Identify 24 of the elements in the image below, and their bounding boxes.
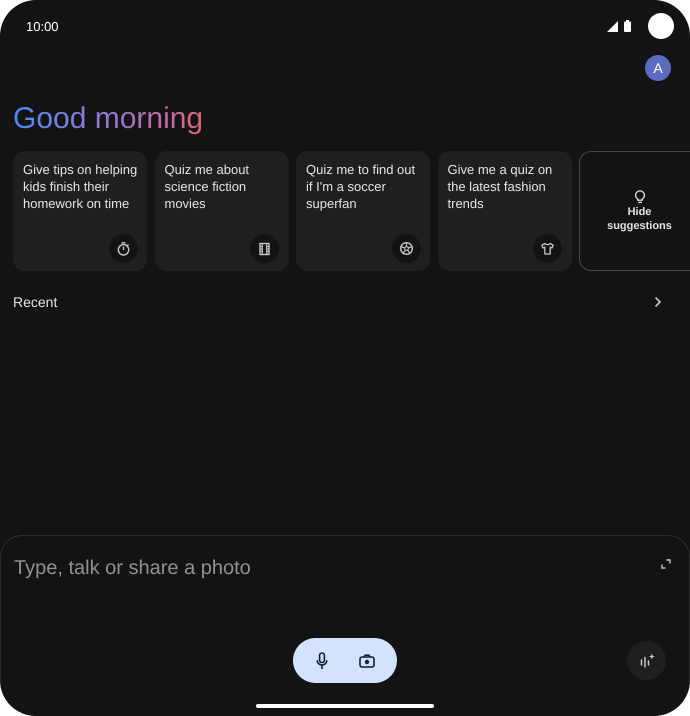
suggestion-card[interactable]: Give me a quiz on the latest fashion trends	[438, 151, 572, 271]
suggestion-card[interactable]: Quiz me to find out if I'm a soccer superfan	[296, 151, 430, 271]
camera-icon[interactable]	[359, 654, 375, 668]
expand-icon[interactable]	[661, 559, 671, 569]
battery-icon	[624, 20, 631, 32]
t-shirt-icon	[533, 234, 562, 262]
waveform-sparkle-icon	[638, 652, 654, 668]
message-input-field[interactable]: Type, talk or share a photo	[14, 555, 649, 625]
voice-button[interactable]	[627, 641, 666, 680]
suggestion-card[interactable]: Quiz me about science fiction movies	[154, 151, 288, 271]
film-strip-icon	[250, 234, 279, 262]
status-time: 10:00	[26, 18, 59, 34]
chevron-right-icon[interactable]	[653, 296, 662, 308]
soccer-ball-icon	[392, 234, 420, 262]
camera-cutout-icon	[648, 13, 674, 39]
suggestion-card[interactable]: Give tips on helping kids finish their homework on time	[13, 151, 147, 271]
composer-panel[interactable]: Type, talk or share a photo	[0, 535, 690, 716]
microphone-icon[interactable]	[316, 652, 328, 670]
lightbulb-icon	[634, 190, 646, 204]
stopwatch-icon	[108, 234, 138, 262]
hide-suggestions-button[interactable]: Hide suggestions	[579, 151, 690, 271]
account-avatar[interactable]: A	[645, 55, 671, 81]
recent-heading: Recent	[13, 294, 58, 310]
signal-icon	[607, 20, 618, 32]
